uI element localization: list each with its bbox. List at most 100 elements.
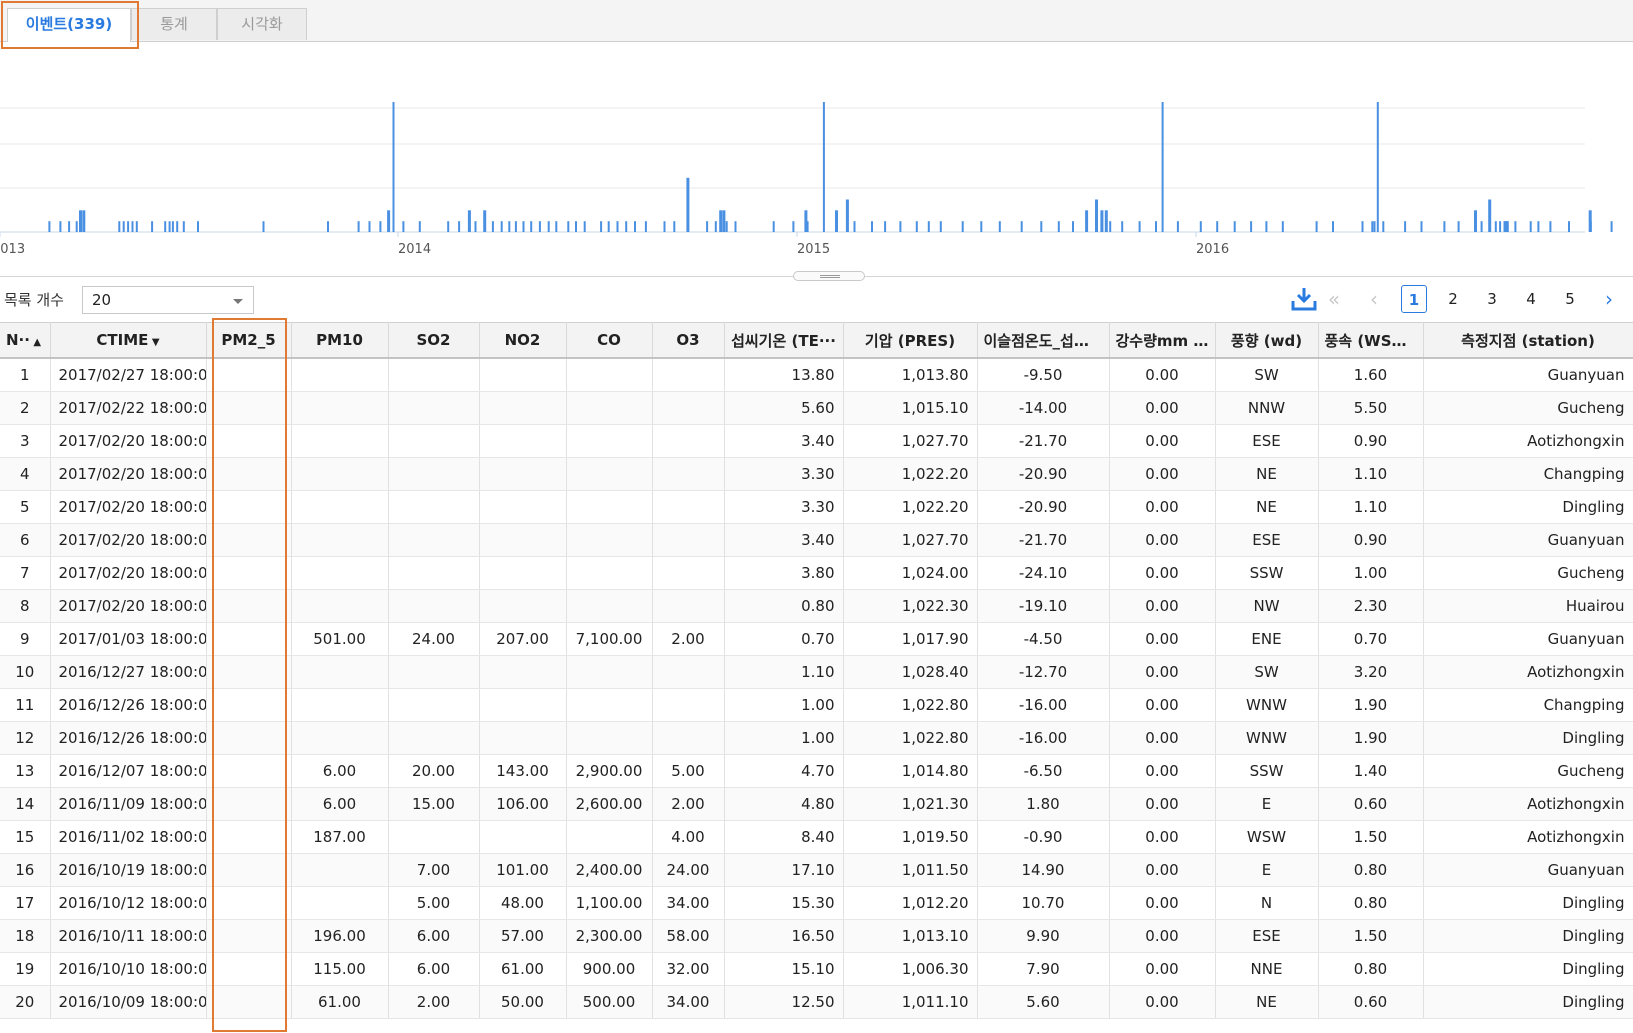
table-row[interactable]: 20 2016/10/09 18:00:00 61.00 2.00 50.00 500.0… [0,985,1633,1019]
chart-bar [1537,221,1540,232]
table-row[interactable]: 4 2017/02/20 18:00:00 3.30 1,022.20 -20.90 0.… [0,457,1633,491]
table-row[interactable]: 7 2017/02/20 18:00:00 3.80 1,024.00 -24.10 0.… [0,556,1633,590]
table-row[interactable]: 11 2016/12/26 18:00:00 1.00 1,022.80 -16.00 0… [0,688,1633,722]
cell-wind-speed: 2.30 [1318,589,1424,623]
column-header-wind-direction[interactable]: 풍향 (wd) [1215,322,1319,359]
page-size-select[interactable]: 20 [82,286,254,314]
chart-bar [122,221,125,232]
cell-no2 [479,655,567,689]
cell-wind-speed: 1.50 [1318,820,1424,854]
page-5-button[interactable]: 5 [1557,285,1583,313]
column-header-wind-speed[interactable]: 풍속 (WSP··· [1318,322,1424,359]
column-header-station[interactable]: 측정지점 (station) [1423,322,1633,359]
cell-o3 [652,655,725,689]
column-header-rainfall[interactable]: 강수량mm ··· [1109,322,1216,359]
cell-ctime: 2016/11/09 18:00:00 [50,787,207,821]
table-row[interactable]: 19 2016/10/10 18:00:00 115.00 6.00 61.00 900.… [0,952,1633,986]
column-header-temperature[interactable]: 섭씨기온 (TE··· [724,322,844,359]
cell-co [566,556,653,590]
cell-station: Gucheng [1423,391,1633,425]
column-header-no2[interactable]: NO2 [479,322,567,359]
cell-rainfall: 0.00 [1109,424,1216,458]
table-row[interactable]: 10 2016/12/27 18:00:00 1.10 1,028.40 -12.70 0… [0,655,1633,689]
cell-temperature: 3.30 [724,457,844,491]
table-row[interactable]: 17 2016/10/12 18:00:00 5.00 48.00 1,100.00 34… [0,886,1633,920]
cell-co [566,589,653,623]
column-header-pm10[interactable]: PM10 [291,322,389,359]
cell-o3 [652,589,725,623]
column-header-o3[interactable]: O3 [652,322,725,359]
chart-bar [806,221,809,232]
cell-dew-point: -16.00 [977,688,1110,722]
cell-no: 11 [0,688,51,722]
chart-bar [357,221,360,232]
column-header-no[interactable]: N·· [0,322,51,359]
cell-pm10: 196.00 [291,919,389,953]
chart-bar [1474,210,1477,232]
cell-o3 [652,490,725,524]
resize-handle[interactable] [793,271,865,281]
chart-bar [118,221,121,232]
cell-station: Changping [1423,688,1633,722]
column-header-pressure[interactable]: 기압 (PRES) [843,322,978,359]
chart-bar [714,221,717,232]
chart-bar [706,221,709,232]
tab-events[interactable]: 이벤트(339) [7,8,131,42]
table-row[interactable]: 1 2017/02/27 18:00:00 13.80 1,013.80 -9.50 0.… [0,358,1633,392]
cell-co: 2,400.00 [566,853,653,887]
table-row[interactable]: 6 2017/02/20 18:00:00 3.40 1,027.70 -21.70 0.… [0,523,1633,557]
table-row[interactable]: 15 2016/11/02 18:00:00 187.00 4.00 8.40 1,019… [0,820,1633,854]
cell-pm2-5 [206,424,292,458]
chart-bar [1020,221,1023,232]
chart-bar [514,221,517,232]
chart-bar [1199,221,1202,232]
column-header-pm2-5[interactable]: PM2_5 [206,322,292,359]
tab-statistics[interactable]: 통계 [131,8,217,40]
chart-bar [1506,221,1509,232]
table-row[interactable]: 14 2016/11/09 18:00:00 6.00 15.00 106.00 2,60… [0,787,1633,821]
chart-bar [1121,221,1124,232]
table-row[interactable]: 13 2016/12/07 18:00:00 6.00 20.00 143.00 2,90… [0,754,1633,788]
next-page-button[interactable]: › [1597,285,1621,313]
page-4-button[interactable]: 4 [1518,285,1544,313]
cell-pm10: 61.00 [291,985,389,1019]
table-row[interactable]: 2 2017/02/22 18:00:00 5.60 1,015.10 -14.00 0.… [0,391,1633,425]
first-page-button[interactable]: « [1322,285,1346,313]
table-row[interactable]: 9 2017/01/03 18:00:00 501.00 24.00 207.00 7,1… [0,622,1633,656]
table-row[interactable]: 12 2016/12/26 18:00:00 1.00 1,022.80 -16.00 0… [0,721,1633,755]
column-header-dew-point[interactable]: 이슬점온도_섭씨··· [977,322,1110,359]
cell-ctime: 2016/11/02 18:00:00 [50,820,207,854]
tab-visualization[interactable]: 시각화 [217,8,307,40]
cell-rainfall: 0.00 [1109,853,1216,887]
event-timeline-chart[interactable]: 2013 2014 2015 2016 [0,42,1633,272]
column-header-co[interactable]: CO [566,322,653,359]
page-2-button[interactable]: 2 [1440,285,1466,313]
column-header-ctime[interactable]: CTIME [50,322,207,359]
prev-page-button[interactable]: ‹ [1362,285,1386,313]
cell-so2 [388,655,480,689]
cell-station: Dingling [1423,985,1633,1019]
cell-pm2-5 [206,391,292,425]
chart-bar [1085,210,1089,232]
page-3-button[interactable]: 3 [1479,285,1505,313]
chart-bar [1104,210,1108,232]
cell-so2: 5.00 [388,886,480,920]
chart-bar [1568,221,1570,232]
chart-bar [168,221,171,232]
chart-bar [197,221,199,232]
cell-no2 [479,688,567,722]
chart-bar [884,221,887,232]
cell-o3: 24.00 [652,853,725,887]
cell-wind-direction: ENE [1215,622,1319,656]
page-1-button[interactable]: 1 [1401,285,1427,313]
column-header-so2[interactable]: SO2 [388,322,480,359]
cell-so2 [388,721,480,755]
table-row[interactable]: 18 2016/10/11 18:00:00 196.00 6.00 57.00 2,30… [0,919,1633,953]
download-icon[interactable] [1291,286,1317,312]
cell-o3: 2.00 [652,787,725,821]
cell-no: 4 [0,457,51,491]
table-row[interactable]: 8 2017/02/20 18:00:00 0.80 1,022.30 -19.10 0.… [0,589,1633,623]
table-row[interactable]: 3 2017/02/20 18:00:00 3.40 1,027.70 -21.70 0.… [0,424,1633,458]
table-row[interactable]: 16 2016/10/19 18:00:00 7.00 101.00 2,400.00 2… [0,853,1633,887]
table-row[interactable]: 5 2017/02/20 18:00:00 3.30 1,022.20 -20.90 0.… [0,490,1633,524]
